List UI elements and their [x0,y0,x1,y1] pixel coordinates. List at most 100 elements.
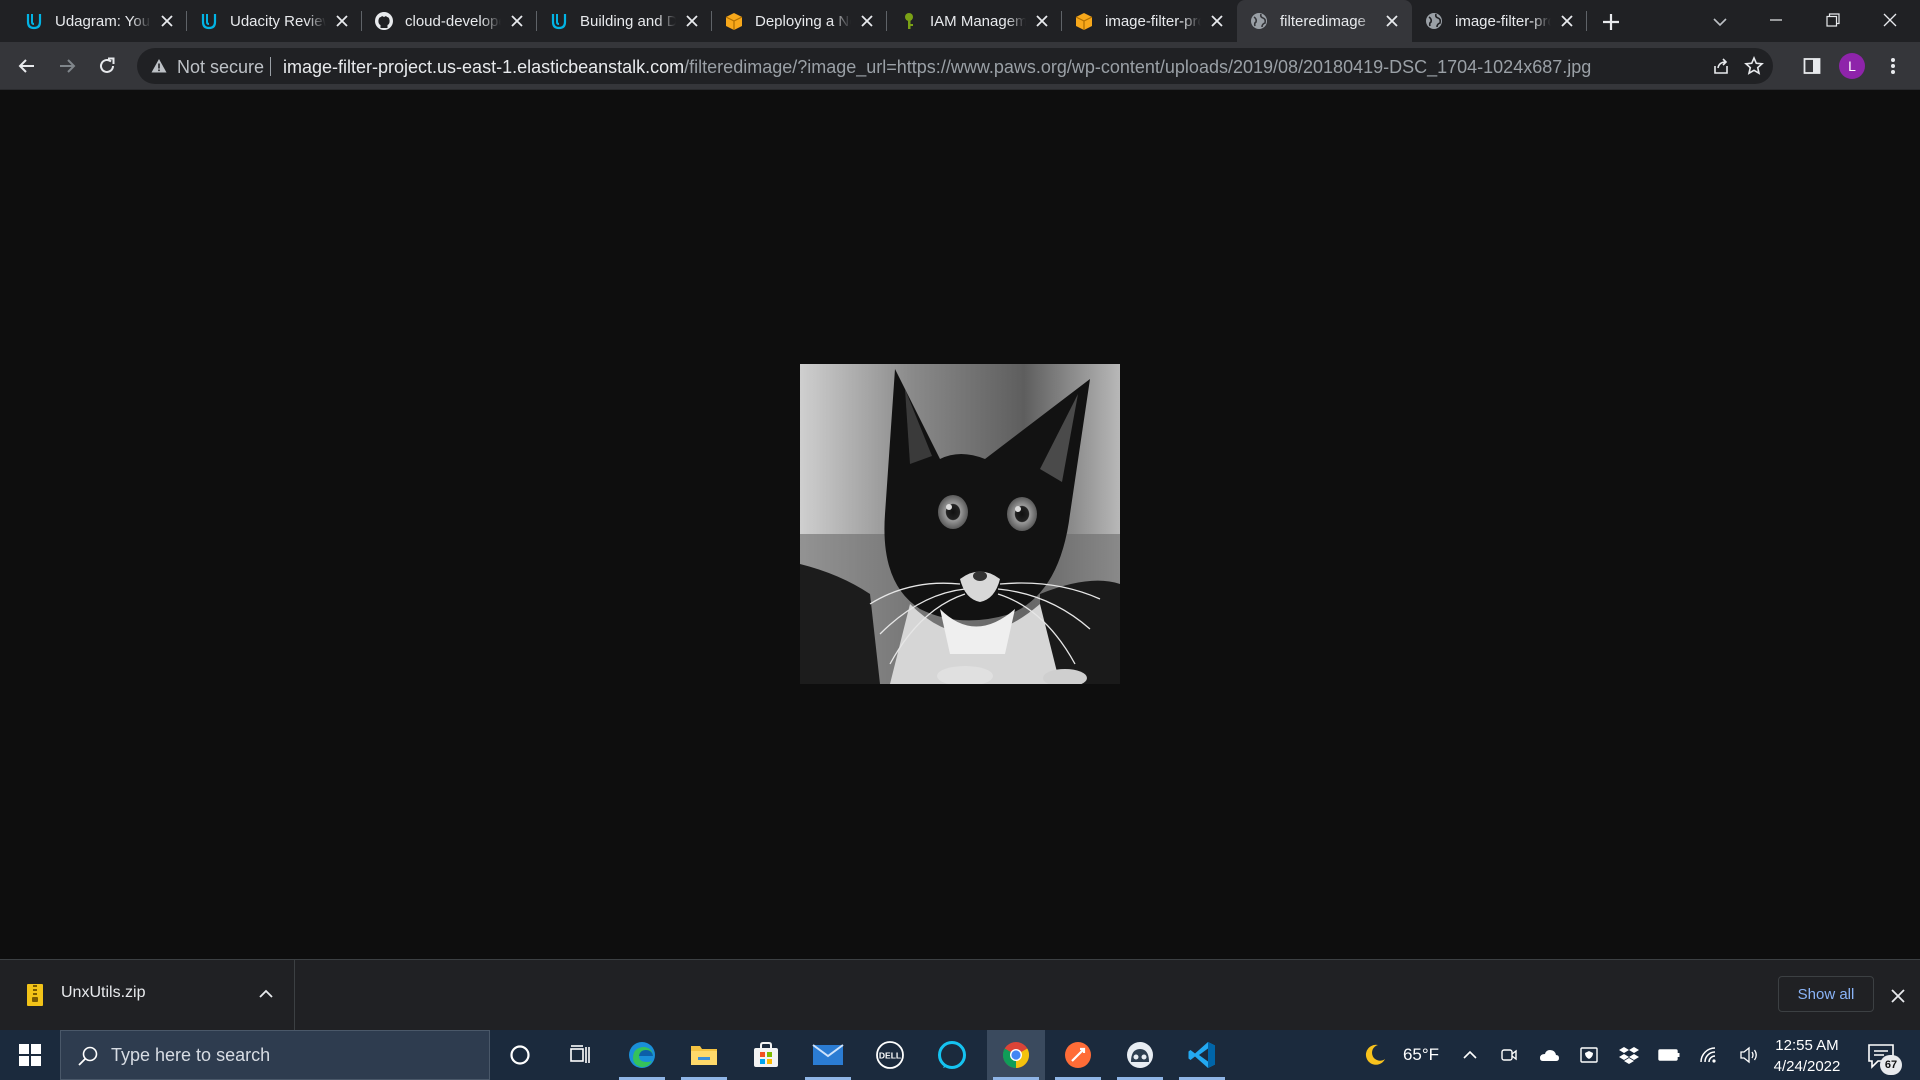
postman-icon[interactable] [1049,1030,1107,1080]
tab-cloud-developer[interactable]: cloud-developer [362,0,537,42]
task-view-icon[interactable] [551,1030,609,1080]
forward-button[interactable] [51,50,83,82]
weather-text: 65°F [1402,1045,1440,1064]
app-icon[interactable] [1111,1030,1169,1080]
restore-icon [1826,13,1840,27]
url-text[interactable]: image-filter-project.us-east-1.elasticbe… [283,57,1591,78]
window-close-button[interactable] [1862,0,1918,40]
search-placeholder: Type here to search [111,1045,271,1065]
restore-button[interactable] [1805,0,1861,40]
new-tab-button[interactable] [1598,9,1624,35]
reload-button[interactable] [91,50,123,82]
page-content [0,90,1920,959]
address-bar[interactable]: Not secure image-filter-project.us-east-… [137,48,1773,84]
dropbox-icon[interactable] [1616,1030,1642,1080]
browser-toolbar: Not secure image-filter-project.us-east-… [0,42,1920,90]
file-explorer-icon[interactable] [675,1030,733,1080]
weather-temperature[interactable]: 65°F [1396,1030,1446,1080]
tab-strip: Udagram: Your Udacity Reviews cloud-deve… [0,0,1920,42]
warning-icon[interactable] [149,56,169,76]
tab-deploying-node[interactable]: Deploying a Node [712,0,887,42]
minimize-icon [1770,19,1782,21]
start-button[interactable] [0,1030,60,1080]
aws-box-icon [724,11,744,31]
clock-time: 12:55 AM [1775,1037,1839,1054]
close-icon[interactable] [857,11,877,31]
tab-title: Deploying a Node [755,12,851,30]
clock-date: 4/24/2022 [1773,1058,1841,1075]
moon-weather-icon[interactable] [1360,1030,1390,1080]
close-icon[interactable] [1382,11,1402,31]
profile-avatar[interactable]: L [1839,53,1865,79]
close-icon[interactable] [1207,11,1227,31]
divider [270,57,271,76]
download-file-name: UnxUtils.zip [61,984,146,1001]
reload-icon [100,57,115,73]
url-path: /filteredimage/?image_url=https://www.pa… [684,57,1592,77]
close-icon[interactable] [332,11,352,31]
arrow-left-icon [18,59,34,73]
aws-box-icon [1074,11,1094,31]
onedrive-icon[interactable] [1536,1030,1562,1080]
back-button[interactable] [11,50,43,82]
plus-icon [1603,14,1619,30]
menu-button[interactable] [1879,52,1907,80]
volume-icon[interactable] [1736,1030,1762,1080]
tab-title: Udacity Reviews [230,12,326,30]
close-icon[interactable] [682,11,702,31]
udacity-icon [549,11,569,31]
star-icon[interactable] [1742,54,1766,78]
minimize-button[interactable] [1748,0,1804,40]
iam-key-icon [899,11,919,31]
close-icon[interactable] [1557,11,1577,31]
share-icon[interactable] [1709,54,1733,78]
close-icon[interactable] [1032,11,1052,31]
tab-filteredimage[interactable]: filteredimage [1237,0,1412,42]
windows-logo-icon [19,1044,41,1066]
tab-title: IAM Management [930,12,1026,30]
arrow-right-icon [60,59,76,73]
tab-search-button[interactable] [1708,10,1732,34]
wifi-icon[interactable] [1696,1030,1722,1080]
globe-icon [1249,11,1269,31]
udacity-icon [199,11,219,31]
vscode-icon[interactable] [1173,1030,1231,1080]
dell-icon[interactable]: DELL [861,1030,919,1080]
tab-title: cloud-developer [405,12,501,30]
chevron-up-icon[interactable] [256,983,276,1003]
security-status[interactable]: Not secure [177,57,264,78]
close-icon[interactable] [157,11,177,31]
windows-taskbar: Type here to search DELL 65°F 12:55 AM 4… [0,1030,1920,1080]
security-tray-icon[interactable] [1576,1030,1602,1080]
chevron-down-icon [1713,18,1727,27]
close-icon[interactable] [507,11,527,31]
cortana-icon[interactable] [491,1030,549,1080]
tab-title: Building and Deploying [580,12,676,30]
side-panel-button[interactable] [1798,52,1826,80]
close-icon[interactable] [1886,984,1910,1008]
edge-icon[interactable] [613,1030,671,1080]
battery-icon[interactable] [1656,1030,1682,1080]
download-item[interactable]: UnxUtils.zip [0,960,295,1030]
url-host: image-filter-project.us-east-1.elasticbe… [283,57,685,77]
chevron-up-icon[interactable] [1458,1030,1482,1080]
tab-image-filter-project[interactable]: image-filter-project [1062,0,1237,42]
taskbar-search[interactable]: Type here to search [60,1030,490,1080]
alexa-icon[interactable] [923,1030,981,1080]
show-all-button[interactable]: Show all [1778,976,1874,1012]
meet-now-icon[interactable] [1496,1030,1522,1080]
tab-building-deploying[interactable]: Building and Deploying [537,0,712,42]
tab-title: filteredimage [1280,12,1366,30]
globe-icon [1424,11,1444,31]
tab-iam-management[interactable]: IAM Management [887,0,1062,42]
tab-image-filter-project-2[interactable]: image-filter-project [1412,0,1587,42]
chrome-icon[interactable] [987,1030,1045,1080]
filtered-image [800,364,1120,684]
mail-icon[interactable] [799,1030,857,1080]
svg-text:DELL: DELL [879,1051,901,1061]
tab-udagram[interactable]: Udagram: Your [12,0,187,42]
tab-title: image-filter-project [1455,12,1551,30]
microsoft-store-icon[interactable] [737,1030,795,1080]
system-clock[interactable]: 12:55 AM 4/24/2022 [1762,1035,1852,1077]
tab-udacity-reviews[interactable]: Udacity Reviews [187,0,362,42]
